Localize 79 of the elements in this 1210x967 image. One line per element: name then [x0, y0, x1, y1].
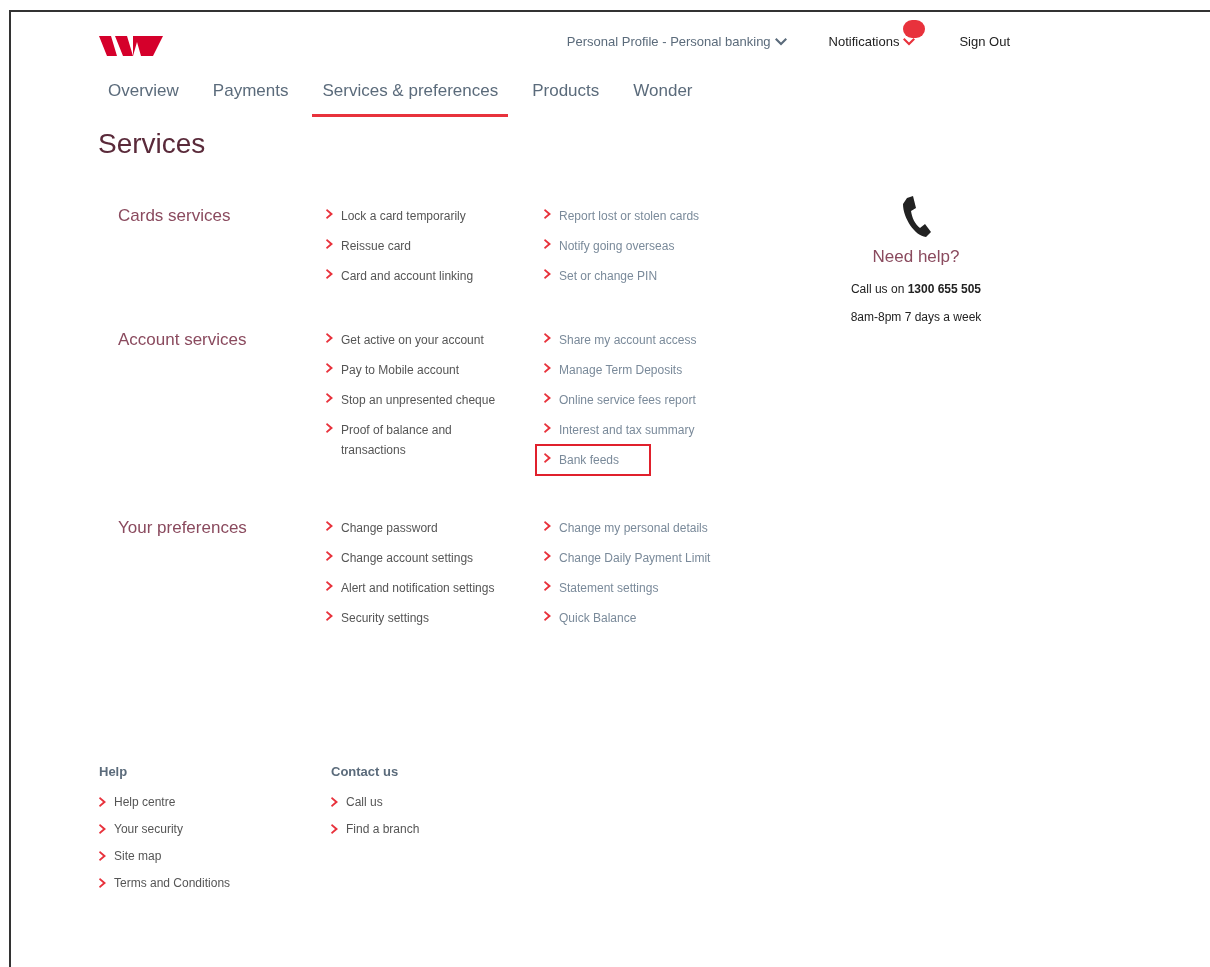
- footer-link[interactable]: Terms and Conditions: [99, 874, 331, 892]
- chevron-icon: [326, 269, 333, 279]
- chevron-icon: [544, 269, 551, 279]
- sign-out-link[interactable]: Sign Out: [959, 32, 1010, 52]
- service-link[interactable]: Change Daily Payment Limit: [544, 548, 734, 568]
- section-title: Account services: [118, 331, 248, 351]
- chevron-icon: [544, 611, 551, 621]
- chevron-icon: [99, 877, 106, 888]
- notifications-menu[interactable]: Notifications: [828, 32, 916, 52]
- chevron-icon: [544, 581, 551, 591]
- service-link[interactable]: Manage Term Deposits: [544, 360, 734, 380]
- chevron-down-icon: [774, 38, 787, 46]
- chevron-icon: [326, 423, 333, 433]
- footer-link[interactable]: Site map: [99, 847, 331, 865]
- chevron-down-icon: [903, 38, 916, 46]
- nav-tab[interactable]: Services & preferences: [312, 78, 509, 117]
- hours-text: 8am-8pm 7 days a week: [850, 308, 982, 326]
- footer-link[interactable]: Find a branch: [331, 820, 563, 838]
- chevron-icon: [326, 551, 333, 561]
- chevron-icon: [544, 551, 551, 561]
- chevron-icon: [326, 239, 333, 249]
- chevron-icon: [326, 611, 333, 621]
- service-link[interactable]: Lock a card temporarily: [326, 206, 516, 226]
- nav-tab[interactable]: Payments: [212, 78, 289, 117]
- phone-icon: [901, 196, 931, 238]
- chevron-icon: [99, 823, 106, 834]
- nav-tab[interactable]: Overview: [108, 78, 179, 117]
- nav-tab[interactable]: Products: [532, 78, 600, 117]
- nav-tab[interactable]: Wonder: [633, 78, 693, 117]
- chevron-icon: [99, 850, 106, 861]
- footer-heading: Help: [99, 763, 129, 781]
- section-title: Your preferences: [118, 519, 248, 539]
- service-link[interactable]: Change my personal details: [544, 518, 734, 538]
- chevron-icon: [326, 521, 333, 531]
- service-link[interactable]: Get active on your account: [326, 330, 516, 350]
- chevron-icon: [331, 796, 338, 807]
- footer-link[interactable]: Call us: [331, 793, 563, 811]
- chevron-icon: [326, 333, 333, 343]
- chevron-icon: [544, 423, 551, 433]
- logo-icon[interactable]: [99, 34, 165, 58]
- service-link[interactable]: Change account settings: [326, 548, 516, 568]
- service-link[interactable]: Card and account linking: [326, 266, 516, 286]
- service-link[interactable]: Quick Balance: [544, 608, 734, 628]
- chevron-icon: [544, 239, 551, 249]
- service-link[interactable]: Statement settings: [544, 578, 734, 598]
- service-link[interactable]: Notify going overseas: [544, 236, 734, 256]
- chevron-icon: [326, 209, 333, 219]
- chevron-icon: [544, 393, 551, 403]
- chevron-icon: [326, 581, 333, 591]
- service-link[interactable]: Alert and notification settings: [326, 578, 516, 598]
- call-us-text: Call us on 1300 655 505: [850, 280, 982, 298]
- profile-menu[interactable]: Personal Profile - Personal banking: [566, 32, 787, 52]
- chevron-icon: [326, 363, 333, 373]
- service-link[interactable]: Bank feeds: [537, 446, 650, 474]
- footer-link[interactable]: Help centre: [99, 793, 331, 811]
- service-link[interactable]: Reissue card: [326, 236, 516, 256]
- chevron-icon: [99, 796, 106, 807]
- footer-link[interactable]: Your security: [99, 820, 331, 838]
- service-link[interactable]: Set or change PIN: [544, 266, 734, 286]
- service-link[interactable]: Security settings: [326, 608, 516, 628]
- chevron-icon: [544, 333, 551, 343]
- service-link[interactable]: Share my account access: [544, 330, 734, 350]
- service-link[interactable]: Stop an unpresented cheque: [326, 390, 516, 410]
- service-link[interactable]: Report lost or stolen cards: [544, 206, 734, 226]
- service-link[interactable]: Proof of balance and transactions: [326, 420, 516, 460]
- service-link[interactable]: Interest and tax summary: [544, 420, 734, 440]
- chevron-icon: [331, 823, 338, 834]
- chevron-icon: [326, 393, 333, 403]
- chevron-icon: [544, 209, 551, 219]
- chevron-icon: [544, 521, 551, 531]
- service-link[interactable]: Pay to Mobile account: [326, 360, 516, 380]
- service-link[interactable]: Online service fees report: [544, 390, 734, 410]
- chevron-icon: [544, 363, 551, 373]
- service-link[interactable]: Change password: [326, 518, 516, 538]
- page-title: Services: [97, 130, 207, 158]
- help-title: Need help?: [872, 246, 960, 268]
- chevron-icon: [544, 453, 551, 463]
- footer-heading: Contact us: [331, 763, 400, 781]
- section-title: Cards services: [118, 207, 232, 227]
